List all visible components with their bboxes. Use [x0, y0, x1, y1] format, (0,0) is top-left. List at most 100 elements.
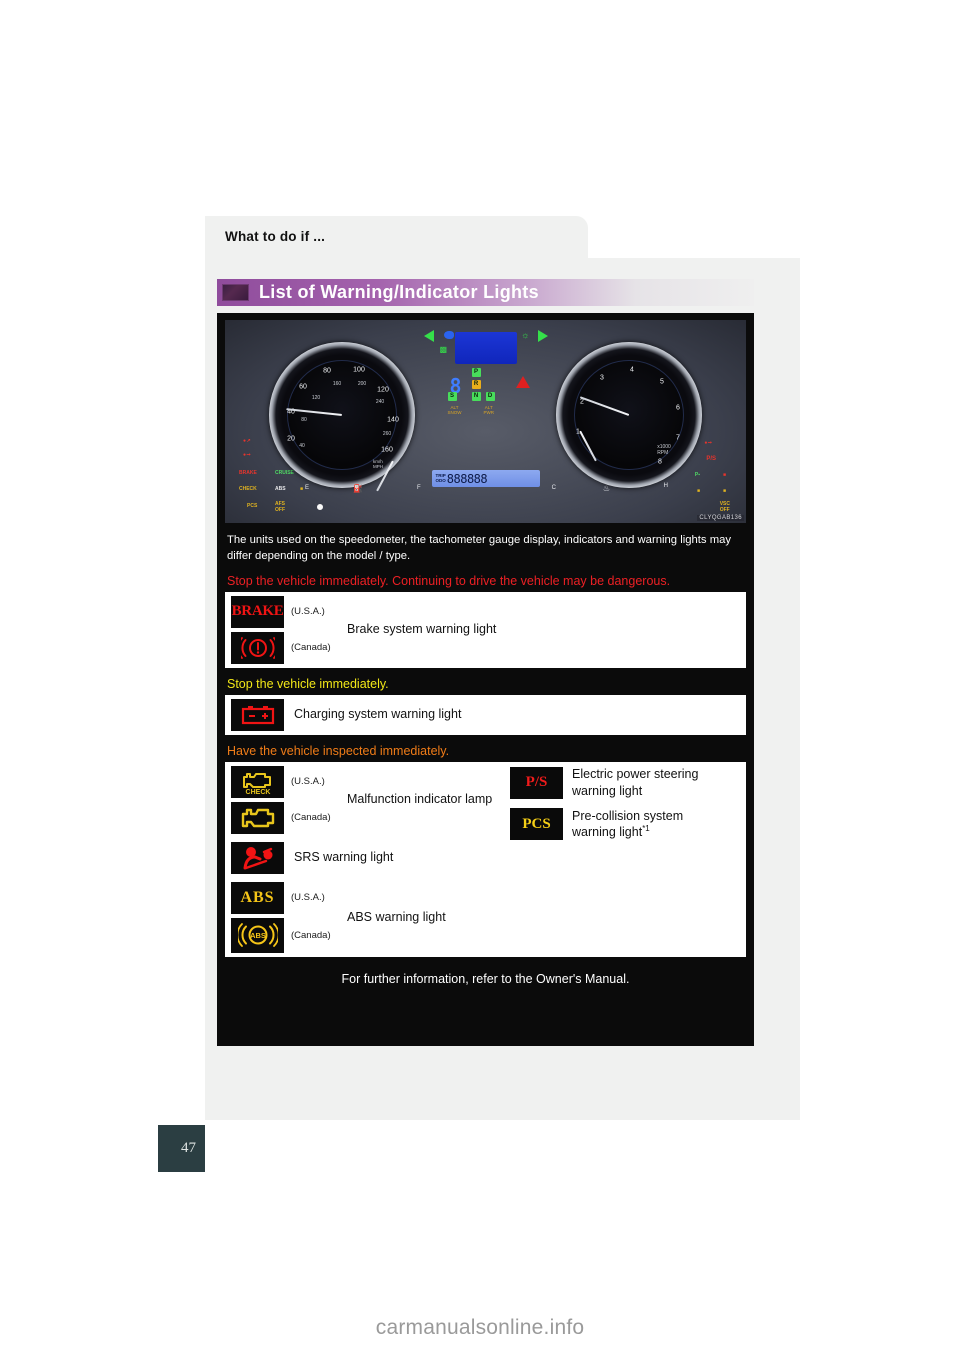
- odometer-mode-label: TRIP ODO: [435, 472, 446, 483]
- telltale-seatbelt-icon: ● ↗: [243, 438, 251, 444]
- lamp-variant-stack: BRAKE (U.S.A.) (Canada): [231, 595, 343, 664]
- telltale-ps-label: P/S: [706, 456, 716, 462]
- telltale-indicator-dot: [317, 504, 323, 510]
- engine-icon: [231, 801, 284, 834]
- brake-circle-exclaim-icon: [231, 631, 284, 664]
- speed-kmh-tick-4: 200: [357, 381, 367, 387]
- lamp-variant-usa: ABS (U.S.A.): [231, 881, 343, 914]
- speed-kmh-tick-2: 120: [311, 395, 321, 401]
- telltale-afs-off-label: AFS OFF: [275, 501, 285, 514]
- section-marker-icon: [222, 284, 249, 301]
- speed-kmh-tick-5: 240: [375, 399, 385, 405]
- table-row: BRAKE (U.S.A.) (Canada) Brake system war…: [225, 592, 746, 668]
- abs-circle-icon: ABS: [231, 917, 284, 953]
- fuel-gauge-full-label: F: [417, 485, 421, 491]
- fuel-gauge-empty-label: E: [305, 485, 310, 491]
- odometer-display: TRIP ODO 888888: [431, 470, 540, 487]
- telltale-cruise-label: CRUISE: [275, 470, 294, 476]
- region-label-usa: (U.S.A.): [291, 892, 325, 904]
- center-display-stack: ▩ ☼: [420, 326, 552, 364]
- lamp-variant-usa: BRAKE (U.S.A.): [231, 595, 343, 628]
- telltale-check-label: CHECK: [239, 486, 257, 492]
- instrument-cluster-illustration: ● ↗ ● ➞ BRAKE CRUISE CHECK ABS ■ PCS AFS…: [225, 320, 746, 523]
- panel-footer-note: For further information, refer to the Ow…: [341, 971, 630, 986]
- battery-icon: [231, 698, 284, 731]
- speed-tick-80: 80: [323, 367, 331, 375]
- lamp-variant-canada: (Canada): [231, 801, 343, 834]
- speed-tick-60: 60: [299, 383, 307, 391]
- lamp-variant-canada: (Canada): [231, 631, 343, 664]
- warning-table-right-column: P/S Electric power steering warning ligh…: [504, 762, 746, 957]
- odometer-digits: 888888: [446, 471, 488, 486]
- warning-lights-panel: ● ↗ ● ➞ BRAKE CRUISE CHECK ABS ■ PCS AFS…: [217, 313, 754, 1046]
- engine-check-icon: CHECK: [231, 765, 284, 798]
- ps-icon: P/S: [510, 766, 563, 799]
- speed-tick-120: 120: [377, 386, 389, 394]
- telltale-right-srs-icon: ● ➞: [704, 440, 712, 446]
- speed-tick-160: 160: [381, 446, 393, 454]
- lamp-name-abs: ABS warning light: [347, 909, 446, 924]
- telltale-pcs-right-label: P▪: [694, 472, 700, 478]
- speed-tick-100: 100: [353, 366, 365, 374]
- tach-tick-7: 7: [676, 434, 680, 442]
- telltale-pcs-label: PCS: [247, 503, 258, 509]
- light-on-icon: ☼: [521, 330, 530, 340]
- telltale-slip-icon: ■: [696, 488, 700, 494]
- eps-line-1: Electric power steering: [572, 766, 699, 781]
- gear-position-display: 8 P R N D S ALT SNOW ALT PWR: [426, 368, 546, 416]
- table-row: P/S Electric power steering warning ligh…: [504, 762, 746, 804]
- pcs-line-2: warning light: [572, 825, 643, 840]
- lamp-name-brake: Brake system warning light: [347, 622, 497, 637]
- tach-tick-6: 6: [676, 404, 680, 412]
- temp-gauge-hot-label: H: [663, 483, 668, 489]
- fuel-pump-icon: ⛽: [353, 484, 363, 493]
- lamp-name-srs: SRS warning light: [294, 850, 394, 865]
- lamp-name-electric-power-steering: Electric power steering warning light: [572, 766, 698, 800]
- svg-text:ABS: ABS: [250, 931, 266, 940]
- speed-kmh-tick-1: 80: [301, 417, 307, 423]
- site-watermark: carmanualsonline.info: [375, 1316, 585, 1339]
- turn-signal-right-icon: [537, 330, 548, 342]
- table-row: Charging system warning light: [225, 695, 746, 735]
- tach-scale-label: x1000 RPM: [657, 444, 671, 456]
- figure-caption: The units used on the speedometer, the t…: [227, 534, 732, 563]
- telltale-fuel-icon: ■: [300, 486, 304, 492]
- alt-pwr-label: ALT PWR: [483, 405, 495, 415]
- turn-signal-left-icon: [423, 330, 434, 342]
- telltale-abs-label: ABS: [275, 486, 286, 492]
- speedometer-unit-label: km/h MPH: [373, 459, 383, 469]
- speed-tick-140: 140: [387, 416, 399, 424]
- region-label-canada: (Canada): [291, 642, 331, 654]
- region-label-canada: (Canada): [291, 812, 331, 824]
- lamp-name-charging: Charging system warning light: [294, 707, 462, 722]
- abs-icon-label: ABS: [240, 888, 275, 906]
- tach-tick-3: 3: [600, 374, 604, 382]
- telltale-srs-icon: ● ➞: [243, 452, 251, 458]
- brake-text-icon: BRAKE: [231, 595, 284, 628]
- page-canvas: What to do if ... List of Warning/Indica…: [0, 0, 960, 1358]
- gear-chip-p: P: [471, 368, 481, 377]
- telltale-door-icon: ■: [722, 488, 726, 494]
- lamp-variant-stack: CHECK (U.S.A.) (Canada): [231, 765, 343, 834]
- instrument-cluster-figure: ● ↗ ● ➞ BRAKE CRUISE CHECK ABS ■ PCS AFS…: [225, 320, 746, 523]
- figure-credit-code: CLYQGAB136: [697, 515, 744, 521]
- gear-chip-r: R: [471, 380, 481, 389]
- abs-text-icon: ABS: [231, 881, 284, 914]
- alt-snow-label: ALT SNOW: [447, 405, 462, 415]
- alert-heading-stop: Stop the vehicle immediately.: [227, 676, 389, 691]
- telltale-battery-icon: ■: [722, 472, 726, 478]
- srs-airbag-icon: [231, 841, 284, 874]
- speed-kmh-tick-6: 260: [382, 431, 392, 437]
- coolant-temp-icon: ♨: [602, 484, 610, 493]
- fog-lamp-icon: ▩: [439, 345, 448, 354]
- master-warning-triangle-icon: [515, 376, 530, 388]
- table-row: ABS (U.S.A.) ABS (Canada) ABS warning li…: [225, 878, 504, 957]
- pcs-icon: PCS: [510, 808, 563, 841]
- warning-table-stop: Charging system warning light: [225, 694, 746, 735]
- pcs-footnote-marker: *1: [642, 824, 650, 834]
- ps-icon-label: P/S: [525, 774, 548, 791]
- region-label-canada: (Canada): [291, 929, 331, 941]
- multi-information-display: [454, 332, 517, 364]
- chapter-tab: What to do if ...: [205, 216, 588, 260]
- lamp-variant-usa: CHECK (U.S.A.): [231, 765, 343, 798]
